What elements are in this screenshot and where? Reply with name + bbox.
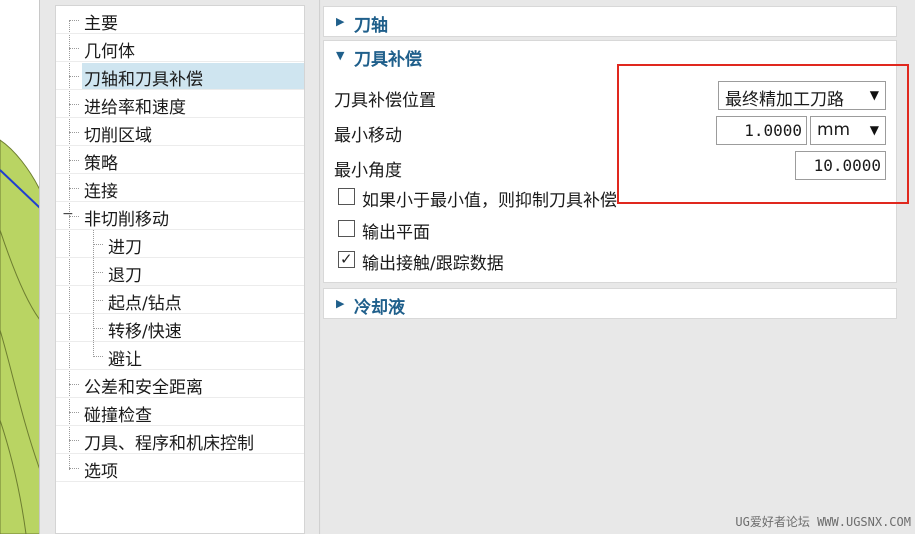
nav-item[interactable]: 切削区域: [56, 118, 304, 146]
nav-item-label: 主要: [84, 14, 118, 34]
tree-connector: [69, 188, 79, 189]
tree-connector: [69, 76, 79, 77]
min-move-label: 最小移动: [334, 126, 402, 146]
dialog-navigator-tree: 主要几何体刀轴和刀具补偿 进给率和速度 切削区域策略连接 − 非切削移动进刀退刀起点/钻…: [55, 5, 305, 534]
nav-item-label: 刀具、程序和机床控制: [84, 434, 254, 454]
nav-item[interactable]: 进给率和速度: [56, 90, 304, 118]
expand-arrow-icon[interactable]: ▶: [336, 297, 344, 310]
group-title-coolant: 冷却液: [354, 298, 405, 318]
suppress-comp-checkbox[interactable]: [338, 188, 355, 205]
nav-item[interactable]: 进刀: [56, 230, 304, 258]
tree-connector: [69, 20, 79, 21]
nav-item-label: 非切削移动: [84, 210, 169, 230]
nav-item[interactable]: 策略: [56, 146, 304, 174]
tree-connector: [69, 384, 79, 385]
nav-item[interactable]: 转移/快速: [56, 314, 304, 342]
nav-item-label: 选项: [84, 462, 118, 482]
annotation-highlight-box: [617, 64, 909, 204]
tree-connector: [69, 132, 79, 133]
group-title-tool-axis: 刀轴: [354, 16, 388, 36]
nav-item-label: 几何体: [84, 42, 135, 62]
nav-item-label: 碰撞检查: [84, 406, 152, 426]
nav-item-label: 进刀: [108, 238, 142, 258]
tree-connector: [69, 440, 79, 441]
nav-item-label: 避让: [108, 350, 142, 370]
nav-item[interactable]: 避让: [56, 342, 304, 370]
nav-item-label: 起点/钻点: [108, 294, 182, 314]
min-angle-label: 最小角度: [334, 161, 402, 181]
nav-item[interactable]: − 非切削移动: [56, 202, 304, 230]
dialog-navigator-panel: 主要几何体刀轴和刀具补偿 进给率和速度 切削区域策略连接 − 非切削移动进刀退刀起点/钻…: [40, 0, 320, 534]
check-icon: ✓: [340, 250, 353, 268]
output-plane-label: 输出平面: [362, 223, 430, 243]
nav-item[interactable]: 退刀: [56, 258, 304, 286]
tree-connector: [69, 412, 79, 413]
expand-arrow-icon[interactable]: ▶: [336, 15, 344, 28]
group-header-coolant[interactable]: ▶ 冷却液: [324, 289, 896, 319]
group-tool-axis[interactable]: ▶ 刀轴: [323, 6, 897, 37]
tree-connector: [69, 48, 79, 49]
output-contact-label: 输出接触/跟踪数据: [362, 254, 504, 274]
nav-item-label: 公差和安全距离: [84, 378, 203, 398]
output-plane-checkbox[interactable]: [338, 220, 355, 237]
group-title-tool-compensation: 刀具补偿: [354, 50, 422, 70]
watermark-text: UG爱好者论坛 WWW.UGSNX.COM: [735, 515, 911, 529]
tree-connector: [69, 160, 79, 161]
tree-connector: [93, 300, 103, 301]
nav-item-label: 连接: [84, 182, 118, 202]
nav-item[interactable]: 选项: [56, 454, 304, 482]
nav-item[interactable]: 连接: [56, 174, 304, 202]
nav-item[interactable]: 主要: [56, 6, 304, 34]
nav-item[interactable]: 起点/钻点: [56, 286, 304, 314]
tree-connector: [93, 244, 103, 245]
comp-position-label: 刀具补偿位置: [334, 91, 436, 111]
nav-item-label: 切削区域: [84, 126, 152, 146]
tree-connector: [93, 356, 103, 357]
nav-item-label: 转移/快速: [108, 322, 182, 342]
nav-item-label: 进给率和速度: [84, 98, 186, 118]
nav-item[interactable]: 刀轴和刀具补偿: [56, 62, 304, 90]
nav-item-label: 退刀: [108, 266, 142, 286]
group-coolant[interactable]: ▶ 冷却液: [323, 288, 897, 319]
graphics-viewport[interactable]: [0, 0, 40, 534]
part-model-graphic: [0, 139, 39, 534]
collapse-arrow-icon[interactable]: ▼: [336, 49, 344, 62]
nav-item[interactable]: 公差和安全距离: [56, 370, 304, 398]
suppress-comp-label: 如果小于最小值，则抑制刀具补偿: [362, 191, 617, 211]
nav-item-label: 策略: [84, 154, 118, 174]
output-contact-checkbox[interactable]: ✓: [338, 250, 355, 268]
nav-item-label: 刀轴和刀具补偿: [84, 70, 203, 90]
tree-connector: [93, 328, 103, 329]
group-header-tool-axis[interactable]: ▶ 刀轴: [324, 7, 896, 37]
nav-item[interactable]: 碰撞检查: [56, 398, 304, 426]
collapse-icon[interactable]: −: [62, 207, 74, 221]
tree-connector: [69, 104, 79, 105]
tree-connector: [93, 272, 103, 273]
nav-item[interactable]: 刀具、程序和机床控制: [56, 426, 304, 454]
tree-connector: [69, 468, 79, 469]
nav-item[interactable]: 几何体: [56, 34, 304, 62]
